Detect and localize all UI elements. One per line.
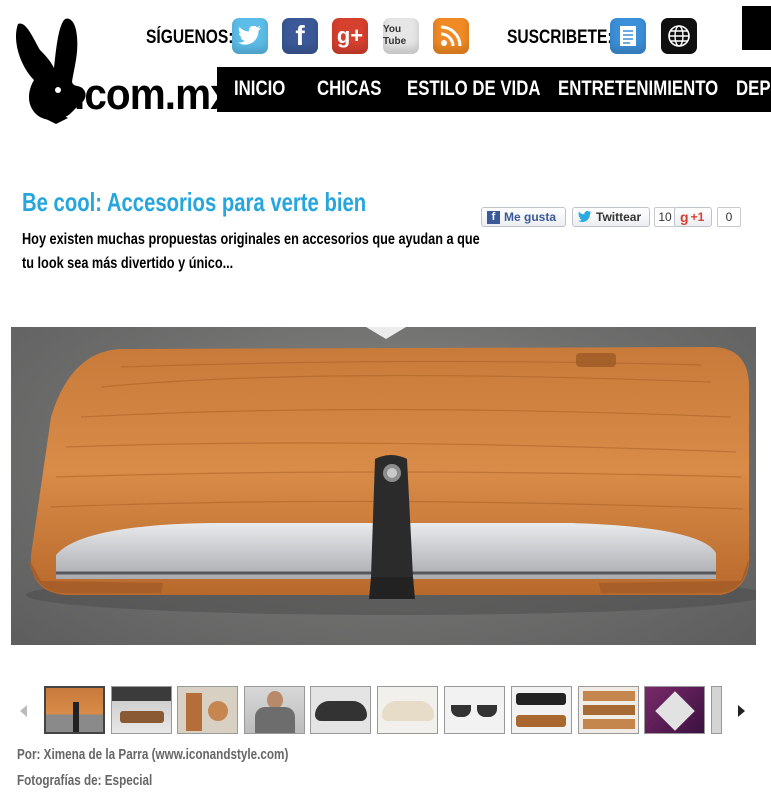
like-label: Me gusta	[504, 210, 557, 224]
twitter-icon[interactable]	[232, 18, 268, 54]
google-plus-one-button[interactable]: g +1	[674, 207, 712, 227]
youtube-icon[interactable]: You Tube	[383, 18, 419, 54]
google-g-icon: g	[680, 209, 689, 225]
facebook-icon: f	[487, 210, 500, 224]
nav-item-entretenimiento[interactable]: ENTRETENIMIENTO	[558, 77, 718, 101]
twitter-bird-icon	[578, 211, 592, 223]
gallery-thumbnail[interactable]	[177, 686, 238, 734]
nav-item-chicas[interactable]: CHICAS	[317, 77, 381, 101]
author-credit: Por: Ximena de la Parra (www.iconandstyl…	[17, 746, 289, 763]
gallery-thumbnail[interactable]	[711, 686, 722, 734]
left-arrow-icon[interactable]	[20, 705, 27, 717]
facebook-like-button[interactable]: f Me gusta	[481, 207, 566, 227]
globe-icon[interactable]	[661, 18, 697, 54]
header-corner-block	[742, 6, 771, 50]
main-nav: INICIO CHICAS ESTILO DE VIDA ENTRETENIMI…	[217, 67, 771, 112]
gallery-thumbnail[interactable]	[444, 686, 505, 734]
right-arrow-icon[interactable]	[738, 705, 745, 717]
gallery-thumbnail[interactable]	[511, 686, 572, 734]
subscribe-label: SUSCRIBETE:	[507, 27, 613, 48]
document-icon[interactable]	[610, 18, 646, 54]
plus-one-label: +1	[690, 210, 705, 224]
nav-item-inicio[interactable]: INICIO	[234, 77, 285, 101]
gallery-thumbnail[interactable]	[44, 686, 105, 734]
gallery-thumbnail[interactable]	[111, 686, 172, 734]
plus-one-count: 0	[717, 207, 741, 227]
gallery-thumbnail[interactable]	[644, 686, 705, 734]
nav-item-deportes[interactable]: DEPO	[736, 77, 771, 101]
gallery-thumbnail[interactable]	[310, 686, 371, 734]
google-plus-icon[interactable]: g+	[332, 18, 368, 54]
tweet-count: 10	[654, 207, 676, 227]
tweet-label: Twittear	[596, 210, 642, 224]
article-main-image[interactable]	[11, 327, 756, 645]
follow-label: SÍGUENOS:	[146, 27, 234, 48]
site-domain-text: .com.mx	[74, 70, 233, 119]
gallery-thumbnail[interactable]	[244, 686, 305, 734]
article-summary: Hoy existen muchas propuestas originales…	[22, 231, 480, 272]
facebook-icon[interactable]: f	[282, 18, 318, 54]
gallery-thumbnail[interactable]	[377, 686, 438, 734]
article-title[interactable]: Be cool: Accesorios para verte bien	[22, 187, 366, 218]
gallery-thumbnail[interactable]	[578, 686, 639, 734]
rss-icon[interactable]	[433, 18, 469, 54]
photo-credit: Fotografías de: Especial	[17, 772, 153, 789]
tweet-button[interactable]: Twittear	[572, 207, 650, 227]
nav-item-estilo-de-vida[interactable]: ESTILO DE VIDA	[407, 77, 540, 101]
